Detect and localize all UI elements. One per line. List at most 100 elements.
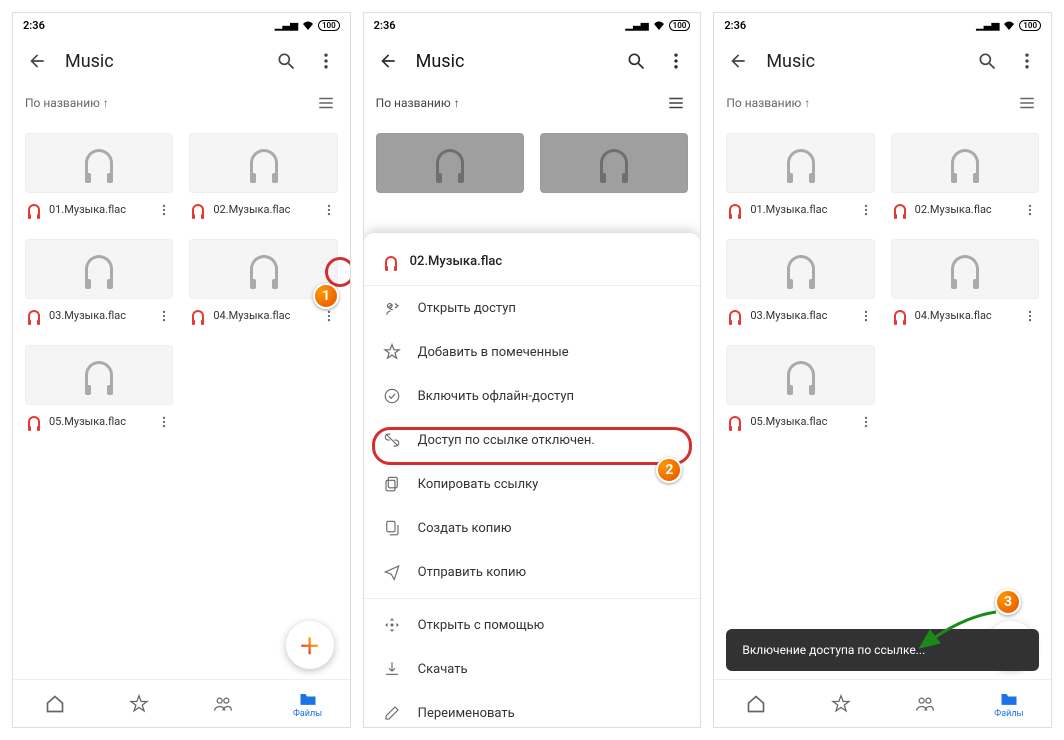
file-more-button[interactable] <box>1021 203 1039 217</box>
status-time: 2:36 <box>724 19 746 32</box>
audio-icon <box>787 361 815 389</box>
search-button[interactable] <box>624 49 648 73</box>
file-name-label: 02.Музыка.flac <box>915 203 1015 216</box>
phone-screen-1: 2:36 ▁▃▅ 100 Music По названию ↑ <box>12 12 351 728</box>
sheet-item-download[interactable]: Скачать <box>364 647 701 691</box>
file-more-button[interactable] <box>320 309 338 323</box>
phone-screen-2: 2:36 ▁▃▅ 100 Music По названию ↑ 02.Музы… <box>363 12 702 728</box>
file-item[interactable]: 04.Музыка.flac <box>891 239 1039 325</box>
wifi-icon <box>1003 20 1015 30</box>
file-more-button[interactable] <box>857 203 875 217</box>
file-item[interactable]: 02.Музыка.flac <box>891 133 1039 219</box>
sheet-item-open-with[interactable]: Открыть с помощью <box>364 603 701 647</box>
sheet-filename: 02.Музыка.flac <box>410 254 683 270</box>
file-name-label: 04.Музыка.flac <box>915 309 1015 322</box>
annotation-ring <box>372 427 693 465</box>
file-thumbnail <box>25 133 173 193</box>
page-title: Music <box>766 51 959 72</box>
search-button[interactable] <box>274 49 298 73</box>
file-thumbnail <box>25 345 173 405</box>
file-item[interactable]: 01.Музыка.flac <box>25 133 173 219</box>
file-item[interactable]: 03.Музыка.flac <box>726 239 874 325</box>
file-more-button[interactable] <box>857 415 875 429</box>
file-item[interactable]: 05.Музыка.flac <box>25 345 173 431</box>
back-button[interactable] <box>25 49 49 73</box>
nav-files[interactable]: Файлы <box>296 689 320 719</box>
filetype-icon <box>189 201 207 219</box>
sheet-item-share[interactable]: Открыть доступ <box>364 286 701 330</box>
filetype-icon <box>25 201 43 219</box>
fab-add-button[interactable]: ＋ <box>286 621 334 669</box>
sheet-item-send[interactable]: Отправить копию <box>364 550 701 594</box>
file-name-label: 05.Музыка.flac <box>49 415 149 428</box>
file-more-button[interactable] <box>155 415 173 429</box>
view-toggle-button[interactable] <box>664 91 688 115</box>
file-name-label: 03.Музыка.flac <box>750 309 850 322</box>
back-button[interactable] <box>726 49 750 73</box>
file-item[interactable]: 04.Музыка.flac <box>189 239 337 325</box>
download-icon <box>382 659 402 679</box>
nav-starred[interactable] <box>127 692 151 716</box>
file-more-button[interactable] <box>1021 309 1039 323</box>
audio-icon <box>85 149 113 177</box>
search-button[interactable] <box>975 49 999 73</box>
back-button[interactable] <box>376 49 400 73</box>
filetype-icon <box>189 307 207 325</box>
audio-icon <box>951 149 979 177</box>
copy-icon <box>382 518 402 538</box>
nav-home[interactable] <box>43 692 67 716</box>
file-item[interactable]: 01.Музыка.flac <box>726 133 874 219</box>
sheet-item-offline[interactable]: Включить офлайн-доступ <box>364 374 701 418</box>
overflow-button[interactable] <box>314 49 338 73</box>
file-name-label: 01.Музыка.flac <box>750 203 850 216</box>
annotation-arrow-icon <box>911 607 1001 657</box>
sheet-item-label: Добавить в помеченные <box>418 345 569 360</box>
filetype-icon <box>382 253 400 271</box>
sort-label[interactable]: По названию ↑ <box>726 96 810 110</box>
battery-icon: 100 <box>669 20 691 31</box>
sheet-item-star[interactable]: Добавить в помеченные <box>364 330 701 374</box>
status-bar: 2:36 ▁▃▅ 100 <box>364 13 701 37</box>
file-more-button[interactable] <box>320 203 338 217</box>
sheet-item-label: Включить офлайн-доступ <box>418 389 574 404</box>
sort-label[interactable]: По названию ↑ <box>376 96 460 110</box>
page-title: Music <box>416 51 609 72</box>
status-time: 2:36 <box>23 19 45 32</box>
overflow-button[interactable] <box>1015 49 1039 73</box>
nav-shared[interactable] <box>913 692 937 716</box>
sheet-item-copy[interactable]: Создать копию <box>364 506 701 550</box>
sort-label[interactable]: По названию ↑ <box>25 96 109 110</box>
sheet-item-label: Открыть доступ <box>418 301 516 316</box>
open-with-icon <box>382 615 402 635</box>
audio-icon <box>85 361 113 389</box>
file-thumbnail <box>25 239 173 299</box>
nav-home[interactable] <box>744 692 768 716</box>
signal-icon: ▁▃▅ <box>976 20 999 31</box>
page-title: Music <box>65 51 258 72</box>
nav-starred[interactable] <box>829 692 853 716</box>
sort-bar: По названию ↑ <box>714 85 1051 121</box>
battery-icon: 100 <box>1019 20 1041 31</box>
wifi-icon <box>653 20 665 30</box>
file-item[interactable]: 02.Музыка.flac <box>189 133 337 219</box>
file-more-button[interactable] <box>857 309 875 323</box>
nav-shared[interactable] <box>211 692 235 716</box>
sheet-item-rename[interactable]: Переименовать <box>364 691 701 728</box>
filetype-icon <box>25 413 43 431</box>
nav-files[interactable]: Файлы <box>997 689 1021 719</box>
audio-icon <box>85 255 113 283</box>
topbar: Music <box>13 37 350 85</box>
file-item[interactable]: 05.Музыка.flac <box>726 345 874 431</box>
file-more-button[interactable] <box>155 309 173 323</box>
sheet-item-label: Создать копию <box>418 521 512 536</box>
rename-icon <box>382 703 402 723</box>
nav-files-label: Файлы <box>293 709 322 719</box>
overflow-button[interactable] <box>664 49 688 73</box>
status-bar: 2:36 ▁▃▅ 100 <box>714 13 1051 37</box>
file-item[interactable]: 03.Музыка.flac <box>25 239 173 325</box>
file-more-button[interactable] <box>155 203 173 217</box>
sheet-item-copy-link[interactable]: Копировать ссылку <box>364 462 701 506</box>
offline-icon <box>382 386 402 406</box>
view-toggle-button[interactable] <box>1015 91 1039 115</box>
view-toggle-button[interactable] <box>314 91 338 115</box>
